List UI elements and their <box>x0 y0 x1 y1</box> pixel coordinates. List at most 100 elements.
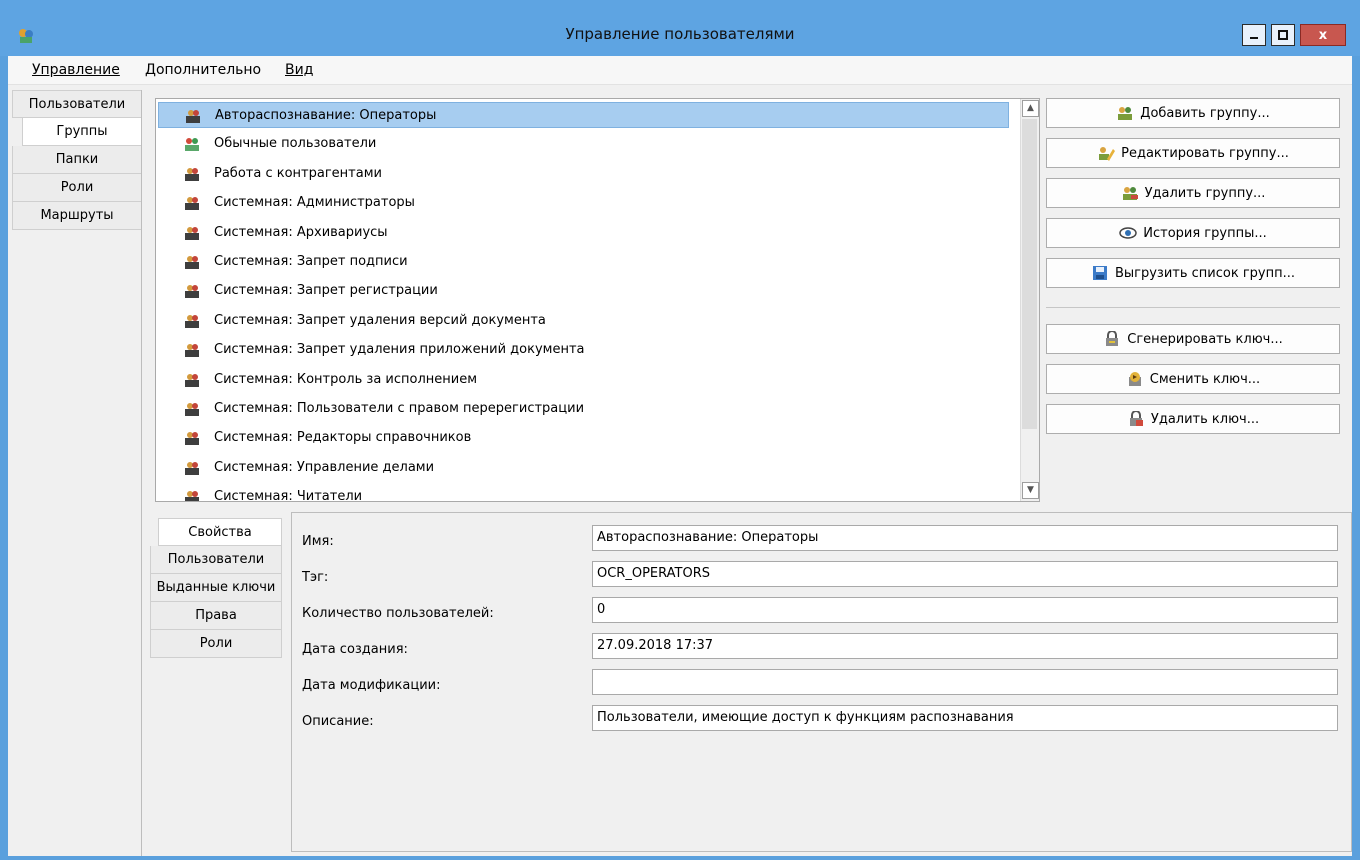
list-item[interactable]: Системная: Контроль за исполнением <box>158 367 1009 393</box>
delete-group-icon <box>1122 187 1138 200</box>
list-item[interactable]: Системная: Запрет удаления версий докуме… <box>158 308 1009 334</box>
delete-key-label: Удалить ключ... <box>1150 411 1260 427</box>
edit-group-label: Редактировать группу... <box>1121 145 1289 161</box>
description-field[interactable]: Пользователи, имеющие доступ к функциям … <box>592 705 1338 731</box>
name-label: Имя: <box>302 534 334 549</box>
key-change-icon <box>1128 372 1141 386</box>
menu-view[interactable]: Вид <box>285 62 313 78</box>
group-history-label: История группы... <box>1143 225 1267 241</box>
minimize-button[interactable] <box>1242 24 1266 46</box>
list-item-label: Работа с контрагентами <box>214 165 382 181</box>
list-item[interactable]: Системная: Запрет регистрации <box>158 278 1009 304</box>
list-item[interactable]: Обычные пользователи <box>158 131 1009 157</box>
list-item[interactable]: Системная: Администраторы <box>158 190 1009 216</box>
tab-properties[interactable]: Свойства <box>158 518 282 546</box>
generate-key-button[interactable]: Сгенерировать ключ... <box>1046 324 1340 354</box>
groups-list-scrollbar[interactable]: ▲ ▼ <box>1020 99 1039 501</box>
created-label: Дата создания: <box>302 642 408 657</box>
group-icon <box>185 285 199 299</box>
group-icon <box>185 403 199 416</box>
name-field[interactable]: Автораспознавание: Операторы <box>592 525 1338 551</box>
menu-management[interactable]: Управление <box>32 62 120 78</box>
group-icon <box>185 314 199 328</box>
list-item[interactable]: Системная: Пользователи с правом перерег… <box>158 396 1009 422</box>
add-group-button[interactable]: Добавить группу... <box>1046 98 1340 128</box>
list-item[interactable]: Работа с контрагентами <box>158 161 1009 187</box>
main-tabs: Пользователи Группы Папки Роли Маршруты <box>12 90 142 230</box>
menu-bar: Управление Дополнительно Вид <box>8 56 1352 85</box>
group-icon <box>185 373 199 387</box>
group-history-button[interactable]: История группы... <box>1046 218 1340 248</box>
delete-key-button[interactable]: Удалить ключ... <box>1046 404 1340 434</box>
tab-routes[interactable]: Маршруты <box>12 202 142 230</box>
title-bar[interactable]: Управление пользователями x <box>0 0 1360 56</box>
generate-key-label: Сгенерировать ключ... <box>1127 331 1283 347</box>
list-item[interactable]: Системная: Запрет удаления приложений до… <box>158 337 1009 363</box>
maximize-icon <box>1278 30 1288 40</box>
scroll-thumb[interactable] <box>1022 119 1037 429</box>
properties-panel: Имя: Автораспознавание: Операторы Тэг: O… <box>291 512 1352 852</box>
tab-panel-divider <box>141 90 142 856</box>
tab-groups[interactable]: Группы <box>22 118 142 146</box>
list-item-label: Системная: Редакторы справочников <box>214 430 472 446</box>
delete-group-button[interactable]: Удалить группу... <box>1046 178 1340 208</box>
list-item-label: Системная: Запрет подписи <box>214 254 408 269</box>
tab-users[interactable]: Пользователи <box>12 90 142 118</box>
maximize-button[interactable] <box>1271 24 1295 46</box>
menu-additional[interactable]: Дополнительно <box>145 62 261 78</box>
list-item-label: Обычные пользователи <box>214 136 377 152</box>
export-groups-button[interactable]: Выгрузить список групп... <box>1046 258 1340 288</box>
group-icon <box>185 344 199 358</box>
list-item[interactable]: Системная: Управление делами <box>158 455 1009 481</box>
groups-list[interactable]: Автораспознавание: Операторы Обычные поль… <box>155 98 1040 502</box>
menu-additional-label: Дополнительно <box>145 62 262 78</box>
list-item-label: Системная: Запрет регистрации <box>214 283 438 299</box>
user-count-field[interactable]: 0 <box>592 597 1338 623</box>
change-key-button[interactable]: Сменить ключ... <box>1046 364 1340 394</box>
modified-label: Дата модификации: <box>302 678 441 693</box>
add-group-icon <box>1118 107 1133 120</box>
list-item-label: Системная: Пользователи с правом перерег… <box>214 401 585 416</box>
list-item[interactable]: Системная: Архивариусы <box>158 220 1009 246</box>
group-icon <box>185 167 199 181</box>
change-key-label: Сменить ключ... <box>1149 371 1261 387</box>
actions-separator <box>1046 307 1340 308</box>
tab-roles[interactable]: Роли <box>12 174 142 202</box>
close-button[interactable]: x <box>1300 24 1346 46</box>
menu-management-label: Управление <box>32 62 120 78</box>
scroll-up-icon[interactable]: ▲ <box>1022 100 1039 117</box>
edit-group-icon <box>1099 147 1116 161</box>
list-item-label: Системная: Архивариусы <box>214 224 388 240</box>
key-delete-icon <box>1129 411 1143 426</box>
tab-issued-keys[interactable]: Выданные ключи <box>150 574 282 602</box>
edit-group-button[interactable]: Редактировать группу... <box>1046 138 1340 168</box>
app-window: Управление пользователями x Управление Д… <box>0 0 1360 860</box>
list-item[interactable]: Автораспознавание: Операторы <box>158 102 1009 128</box>
group-icon <box>185 226 199 240</box>
list-item-label: Автораспознавание: Операторы <box>215 108 437 123</box>
list-item[interactable]: Системная: Читатели <box>158 484 1009 501</box>
tag-field[interactable]: OCR_OPERATORS <box>592 561 1338 587</box>
tab-folders[interactable]: Папки <box>12 146 142 174</box>
tab-group-users[interactable]: Пользователи <box>150 546 282 574</box>
eye-icon <box>1119 227 1137 239</box>
group-icon <box>185 197 199 211</box>
group-icon <box>185 461 199 475</box>
export-groups-label: Выгрузить список групп... <box>1114 265 1296 281</box>
tab-group-roles[interactable]: Роли <box>150 630 282 658</box>
users-group-icon <box>185 138 199 152</box>
list-item-label: Системная: Управление делами <box>214 459 435 475</box>
list-item-label: Системная: Запрет удаления приложений до… <box>214 342 585 358</box>
detail-tabs: Свойства Пользователи Выданные ключи Пра… <box>150 518 282 658</box>
client-area: Управление Дополнительно Вид Пользовател… <box>8 56 1352 856</box>
tab-rights[interactable]: Права <box>150 602 282 630</box>
list-item[interactable]: Системная: Редакторы справочников <box>158 425 1009 451</box>
modified-field[interactable] <box>592 669 1338 695</box>
scroll-down-icon[interactable]: ▼ <box>1022 482 1039 499</box>
list-item-label: Системная: Запрет удаления версий докуме… <box>214 312 546 328</box>
lock-key-icon <box>1106 331 1119 346</box>
add-group-label: Добавить группу... <box>1140 105 1270 121</box>
created-field[interactable]: 27.09.2018 17:37 <box>592 633 1338 659</box>
list-item-label: Системная: Контроль за исполнением <box>214 371 478 387</box>
list-item[interactable]: Системная: Запрет подписи <box>158 249 1009 275</box>
